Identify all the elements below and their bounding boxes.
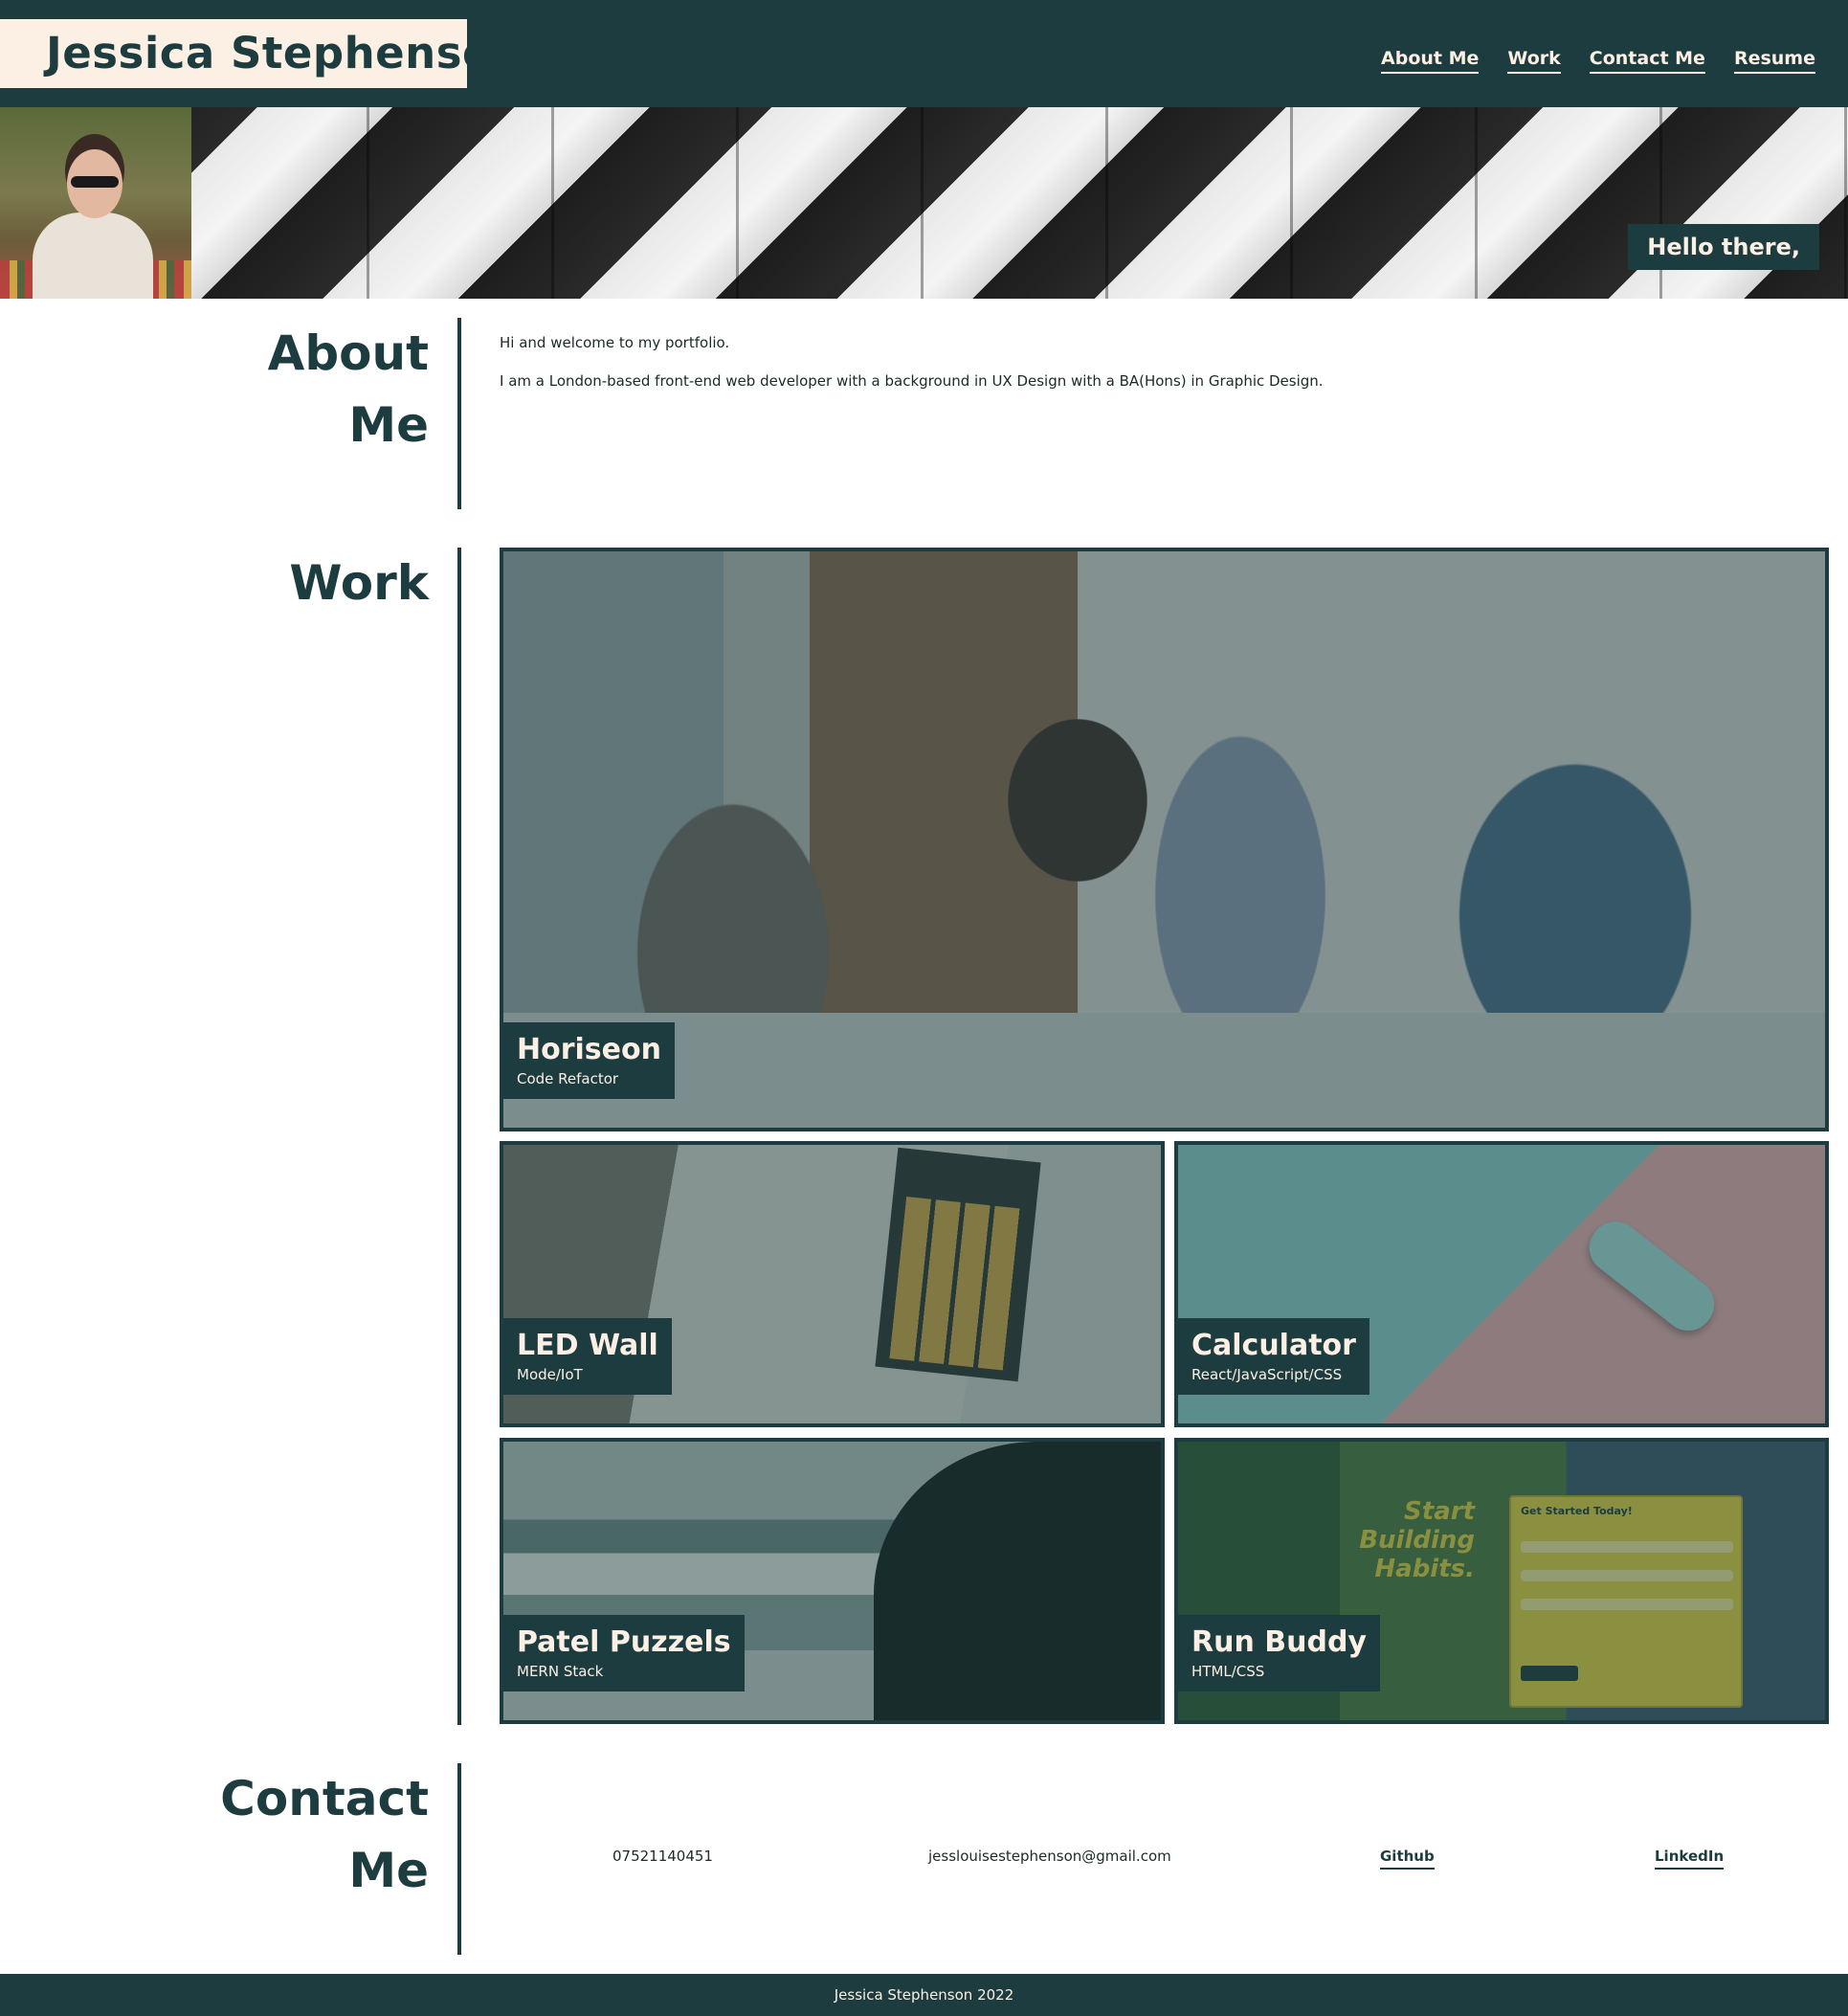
main-nav: About Me Work Contact Me Resume (1381, 48, 1815, 74)
project-name: Calculator (1191, 1329, 1356, 1362)
project-tech: Mode/IoT (517, 1366, 583, 1383)
project-name: LED Wall (517, 1329, 658, 1362)
work-divider (457, 548, 461, 1725)
site-footer: Jessica Stephenson 2022 (0, 1974, 1848, 2016)
profile-photo (0, 107, 191, 299)
project-card-led-wall[interactable]: LED Wall Mode/IoT (500, 1141, 1165, 1427)
about-text: Hi and welcome to my portfolio. I am a L… (500, 333, 1324, 410)
contact-email: jesslouisestephenson@gmail.com (928, 1848, 1171, 1865)
project-tech: React/JavaScript/CSS (1191, 1366, 1343, 1383)
project-name: Run Buddy (1191, 1625, 1367, 1659)
hero-banner: Hello there, (0, 107, 1848, 299)
work-title: Work (289, 555, 429, 611)
project-name: Horiseon (517, 1033, 661, 1066)
hero-background-boards (0, 107, 1848, 299)
project-tech: MERN Stack (517, 1663, 604, 1680)
project-label: Run Buddy HTML/CSS (1178, 1615, 1380, 1691)
project-card-horiseon[interactable]: Horiseon Code Refactor (500, 548, 1829, 1131)
github-link[interactable]: Github (1380, 1848, 1435, 1870)
project-card-patel-puzzels[interactable]: Patel Puzzels MERN Stack (500, 1438, 1165, 1724)
project-card-calculator[interactable]: Calculator React/JavaScript/CSS (1174, 1141, 1829, 1427)
project-label: Calculator React/JavaScript/CSS (1178, 1318, 1369, 1395)
hero-greeting: Hello there, (1628, 224, 1819, 270)
project-label: LED Wall Mode/IoT (503, 1318, 672, 1395)
nav-link-work[interactable]: Work (1507, 48, 1561, 74)
contact-title: Contact Me (220, 1771, 429, 1898)
about-paragraph: Hi and welcome to my portfolio. (500, 334, 730, 351)
project-label: Patel Puzzels MERN Stack (503, 1615, 745, 1691)
project-tech: Code Refactor (517, 1070, 619, 1087)
linkedin-link[interactable]: LinkedIn (1655, 1848, 1725, 1870)
about-title: About Me (267, 325, 429, 453)
nav-link-about-me[interactable]: About Me (1381, 48, 1480, 74)
site-title: Jessica Stephenson (0, 19, 523, 88)
project-name: Patel Puzzels (517, 1625, 731, 1659)
footer-text: Jessica Stephenson 2022 (834, 1986, 1014, 2004)
site-header: Jessica Stephenson About Me Work Contact… (0, 0, 1848, 107)
about-paragraph: I am a London-based front-end web develo… (500, 372, 1324, 390)
contact-divider (457, 1763, 461, 1955)
project-tech: HTML/CSS (1191, 1663, 1265, 1680)
nav-link-contact-me[interactable]: Contact Me (1589, 48, 1705, 74)
project-label: Horiseon Code Refactor (503, 1022, 675, 1099)
project-card-run-buddy[interactable]: Start Building Habits. Get Started Today… (1174, 1438, 1829, 1724)
contact-phone: 07521140451 (612, 1848, 713, 1865)
about-divider (457, 318, 461, 509)
nav-link-resume[interactable]: Resume (1733, 48, 1815, 74)
